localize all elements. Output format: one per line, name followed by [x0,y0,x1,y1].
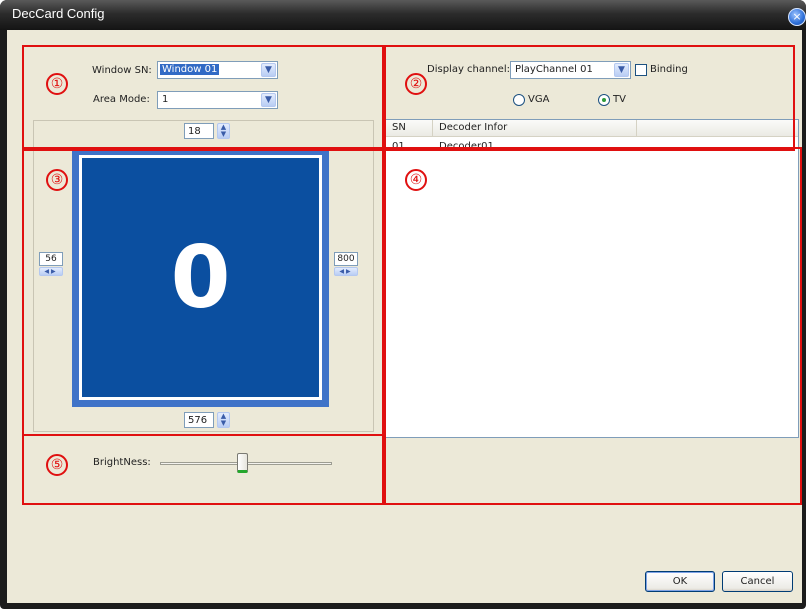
annotation-marker-5: ⑤ [46,454,68,476]
dialog-window: DecCard Config × Window SN: Window 01 ▼ … [0,0,806,609]
annotation-box-5 [22,434,384,505]
cancel-button[interactable]: Cancel [722,571,793,592]
annotation-box-1 [22,45,384,151]
annotation-box-4 [384,147,802,505]
annotation-box-2 [384,45,795,151]
window-title: DecCard Config [12,6,105,21]
ok-button[interactable]: OK [645,571,715,592]
close-icon[interactable]: × [788,8,806,26]
dialog-client-area: Window SN: Window 01 ▼ Area Mode: 1 ▼ 18… [7,30,802,603]
annotation-box-3 [22,147,384,436]
annotation-marker-3: ③ [46,169,68,191]
title-bar[interactable]: DecCard Config × [0,0,806,30]
annotation-marker-4: ④ [405,169,427,191]
annotation-marker-1: ① [46,73,68,95]
annotation-marker-2: ② [405,73,427,95]
